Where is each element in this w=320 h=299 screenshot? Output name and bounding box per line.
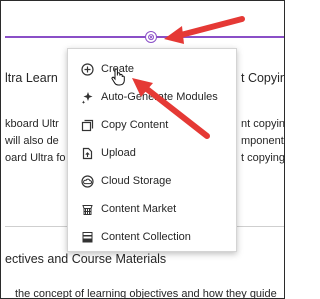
body-text-left-3: oard Ultra fo xyxy=(5,152,66,164)
body-text-left-1: kboard Ultr xyxy=(5,118,59,130)
arrow-to-divider-button xyxy=(164,16,245,44)
menu-item-content-market[interactable]: Content Market xyxy=(68,196,236,222)
screenshot-frame: ltra Learn t Copying kboard Ultr will al… xyxy=(0,0,285,299)
body-text-left-2: will also de xyxy=(5,135,59,147)
menu-item-create[interactable]: Create xyxy=(68,56,236,82)
menu-item-upload[interactable]: Upload xyxy=(68,140,236,166)
menu-item-label: Cloud Storage xyxy=(101,175,172,187)
page-heading-fragment-right: t Copying xyxy=(241,71,284,85)
menu-item-label: Auto-Generate Modules xyxy=(101,91,218,103)
cloud-icon xyxy=(80,174,94,188)
page-heading-fragment: ltra Learn xyxy=(5,71,58,85)
menu-item-auto-generate-modules[interactable]: Auto-Generate Modules xyxy=(68,84,236,110)
close-add-menu-button[interactable]: ⊗ xyxy=(145,31,157,43)
collection-icon xyxy=(80,230,94,244)
plus-circle-icon xyxy=(80,62,94,76)
body-text-right-3: t copying. xyxy=(241,152,285,164)
menu-item-content-collection[interactable]: Content Collection xyxy=(68,224,236,250)
menu-item-cloud-storage[interactable]: Cloud Storage xyxy=(68,168,236,194)
copy-icon xyxy=(80,118,94,132)
section-heading: ectives and Course Materials xyxy=(5,252,167,266)
sparkle-icon xyxy=(80,90,94,104)
body-text-right-2: mponents w xyxy=(241,135,285,147)
menu-item-label: Upload xyxy=(101,147,136,159)
add-content-menu: Create Auto-Generate Modules Copy Conten… xyxy=(67,48,237,252)
upload-icon xyxy=(80,146,94,160)
market-icon xyxy=(80,202,94,216)
hand-cursor-icon xyxy=(111,68,125,91)
menu-item-copy-content[interactable]: Copy Content xyxy=(68,112,236,138)
bottom-text: the concept of learning objectives and h… xyxy=(15,288,277,299)
menu-item-label: Content Collection xyxy=(101,231,191,243)
body-text-right-1: nt copying. xyxy=(241,118,285,130)
menu-item-label: Copy Content xyxy=(101,119,169,131)
menu-item-label: Content Market xyxy=(101,203,177,215)
